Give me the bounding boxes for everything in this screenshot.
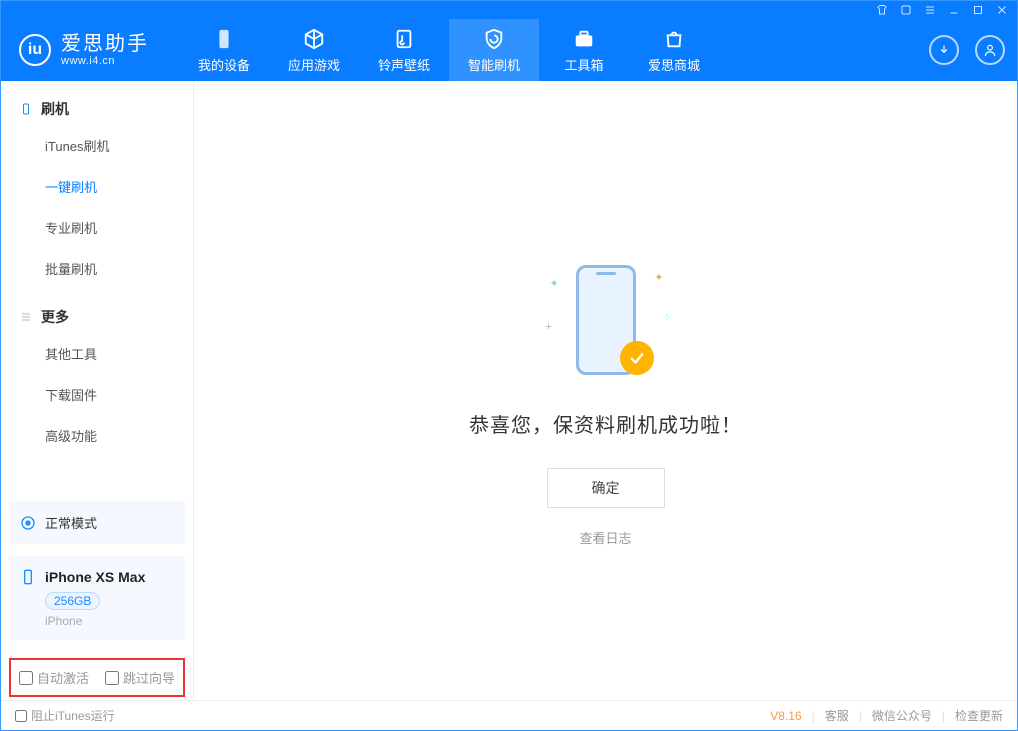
options-highlight-box: 自动激活 跳过向导 — [9, 658, 185, 697]
ok-button[interactable]: 确定 — [547, 468, 665, 508]
device-icon — [212, 27, 236, 51]
sidebar-section-more: 更多 — [1, 289, 193, 333]
device-icon — [19, 568, 37, 586]
success-illustration: ✦ + ✦ ✧ — [546, 261, 666, 381]
device-name: iPhone XS Max — [45, 569, 145, 585]
app-url: www.i4.cn — [61, 55, 149, 67]
view-log-link[interactable]: 查看日志 — [579, 528, 631, 547]
status-bar: 阻止iTunes运行 V8.16 | 客服 | 微信公众号 | 检查更新 — [1, 700, 1017, 730]
downloads-button[interactable] — [929, 35, 959, 65]
maximize-icon[interactable] — [971, 3, 985, 17]
nav-label: 应用游戏 — [288, 55, 340, 74]
sidebar-item-download-firmware[interactable]: 下载固件 — [45, 374, 193, 415]
menu-icon[interactable] — [923, 3, 937, 17]
option-label: 跳过向导 — [123, 668, 175, 687]
nav-smart-flash[interactable]: 智能刷机 — [449, 19, 539, 81]
nav-label: 铃声壁纸 — [378, 55, 430, 74]
list-icon — [19, 310, 33, 324]
nav-label: 智能刷机 — [468, 55, 520, 74]
device-info-card[interactable]: iPhone XS Max 256GB iPhone — [9, 556, 185, 640]
sparkle-icon: ✧ — [662, 311, 671, 324]
phone-icon — [19, 102, 33, 116]
app-name: 爱思助手 — [61, 33, 149, 55]
sidebar-section-flash: 刷机 — [1, 81, 193, 125]
window-titlebar — [1, 1, 1017, 19]
check-badge-icon — [620, 341, 654, 375]
nav-ringtones-wallpapers[interactable]: 铃声壁纸 — [359, 19, 449, 81]
sidebar-item-advanced[interactable]: 高级功能 — [45, 415, 193, 456]
shield-refresh-icon — [482, 27, 506, 51]
nav-toolbox[interactable]: 工具箱 — [539, 19, 629, 81]
minimize-icon[interactable] — [947, 3, 961, 17]
block-itunes-label: 阻止iTunes运行 — [31, 707, 115, 724]
main-content: ✦ + ✦ ✧ 恭喜您，保资料刷机成功啦！ 确定 查看日志 — [194, 81, 1017, 701]
app-header: iu 爱思助手 www.i4.cn 我的设备 应用游戏 铃声壁纸 智能刷机 工具… — [1, 19, 1017, 81]
nav-label: 我的设备 — [198, 55, 250, 74]
footer-link-support[interactable]: 客服 — [825, 707, 849, 724]
toolbox-icon — [572, 27, 596, 51]
success-message: 恭喜您，保资料刷机成功啦！ — [469, 409, 742, 438]
music-icon — [392, 27, 416, 51]
sidebar-item-batch-flash[interactable]: 批量刷机 — [45, 248, 193, 289]
option-auto-activate[interactable]: 自动激活 — [19, 668, 89, 687]
sparkle-icon: ✦ — [654, 271, 663, 284]
app-logo[interactable]: iu 爱思助手 www.i4.cn — [19, 33, 149, 67]
divider: | — [859, 709, 862, 723]
auto-activate-checkbox[interactable] — [19, 671, 33, 685]
cube-icon — [302, 27, 326, 51]
sidebar-item-oneclick-flash[interactable]: 一键刷机 — [45, 166, 193, 207]
section-title: 更多 — [41, 307, 69, 327]
sidebar-item-other-tools[interactable]: 其他工具 — [45, 333, 193, 374]
divider: | — [812, 709, 815, 723]
bag-icon — [662, 27, 686, 51]
nav-store[interactable]: 爱思商城 — [629, 19, 719, 81]
user-button[interactable] — [975, 35, 1005, 65]
nav-my-device[interactable]: 我的设备 — [179, 19, 269, 81]
block-itunes-option[interactable]: 阻止iTunes运行 — [15, 707, 115, 724]
nav-apps-games[interactable]: 应用游戏 — [269, 19, 359, 81]
sidebar-item-itunes-flash[interactable]: iTunes刷机 — [45, 125, 193, 166]
nav-label: 工具箱 — [564, 55, 603, 74]
logo-text: 爱思助手 www.i4.cn — [61, 33, 149, 67]
device-mode-card[interactable]: 正常模式 — [9, 501, 185, 544]
skip-guide-checkbox[interactable] — [105, 671, 119, 685]
divider: | — [942, 709, 945, 723]
feedback-icon[interactable] — [899, 3, 913, 17]
block-itunes-checkbox[interactable] — [15, 710, 27, 722]
device-type: iPhone — [45, 614, 175, 628]
nav-label: 爱思商城 — [648, 55, 700, 74]
device-storage: 256GB — [45, 592, 100, 610]
section-title: 刷机 — [41, 99, 69, 119]
sidebar-item-pro-flash[interactable]: 专业刷机 — [45, 207, 193, 248]
option-label: 自动激活 — [37, 668, 89, 687]
sidebar: 刷机 iTunes刷机 一键刷机 专业刷机 批量刷机 更多 其他工具 下载固件 … — [1, 81, 194, 701]
tshirt-icon[interactable] — [875, 3, 889, 17]
option-skip-guide[interactable]: 跳过向导 — [105, 668, 175, 687]
header-right — [929, 35, 1005, 65]
mode-label: 正常模式 — [45, 513, 97, 532]
sparkle-icon: + — [546, 321, 552, 333]
sparkle-icon: ✦ — [550, 277, 559, 290]
footer-link-update[interactable]: 检查更新 — [955, 707, 1003, 724]
logo-icon: iu — [19, 34, 51, 66]
mode-icon — [19, 514, 37, 532]
footer-link-wechat[interactable]: 微信公众号 — [872, 707, 932, 724]
close-icon[interactable] — [995, 3, 1009, 17]
version-label: V8.16 — [770, 709, 801, 723]
main-nav: 我的设备 应用游戏 铃声壁纸 智能刷机 工具箱 爱思商城 — [179, 19, 719, 81]
